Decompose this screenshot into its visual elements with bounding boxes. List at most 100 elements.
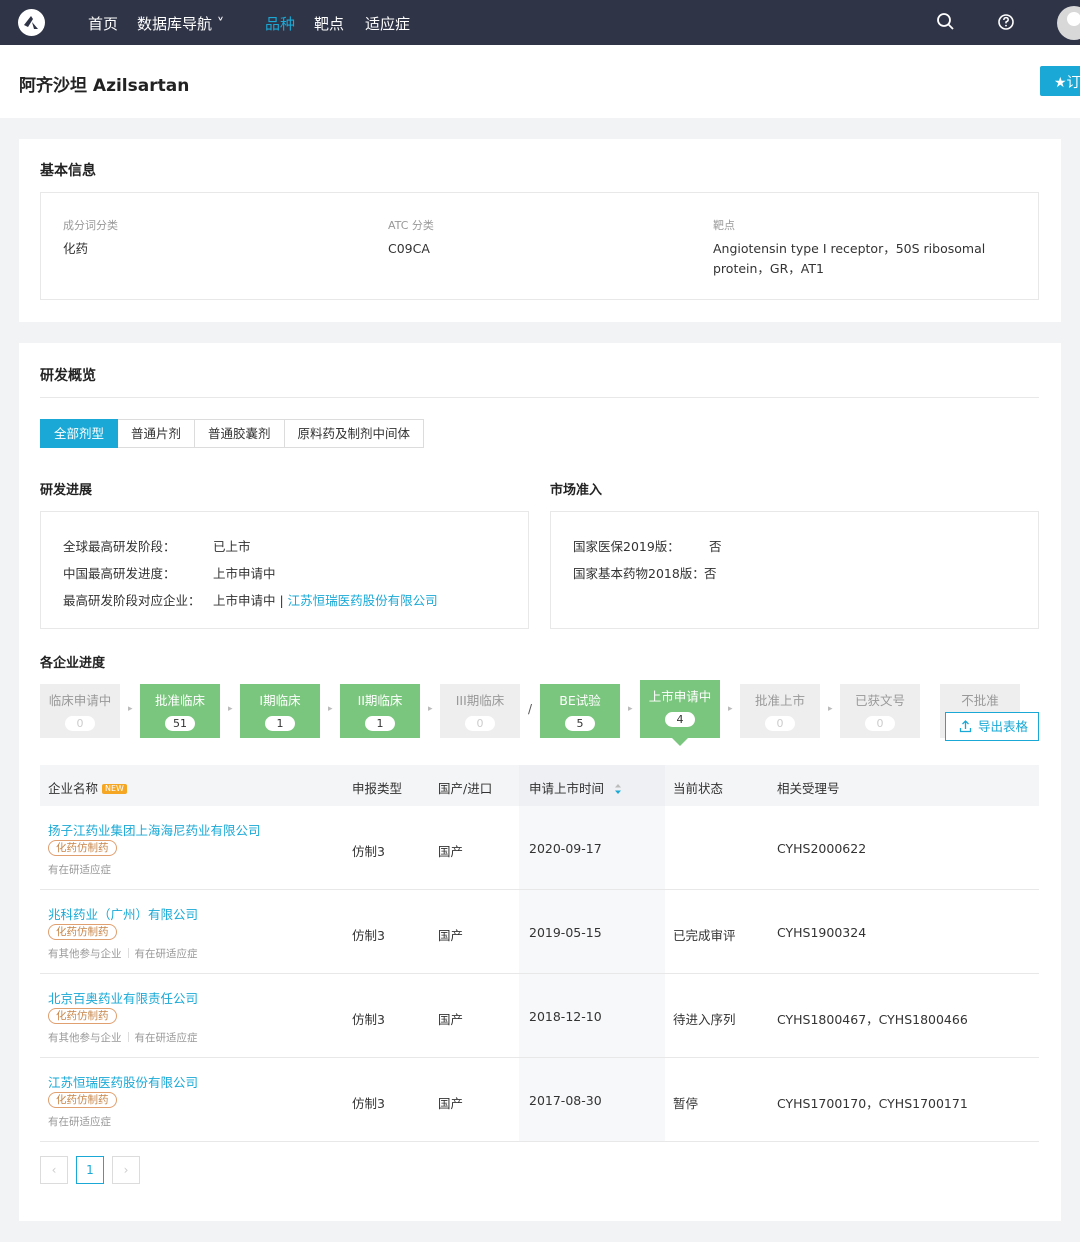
progress-row-company: 最高研发阶段对应企业： 上市申请中 | 江苏恒瑞医药股份有限公司 bbox=[63, 593, 438, 608]
pager-next-button[interactable]: › bbox=[112, 1156, 140, 1184]
market-title: 市场准入 bbox=[550, 483, 603, 498]
progress-box: 全球最高研发阶段： 已上市 中国最高研发进度： 上市申请中 最高研发阶段对应企业：上… bbox=[40, 511, 529, 629]
company-table: 企业名称 NEW 申报类型 国产/进口 申请上市时间 当前状态 相关受理号 扬子江… bbox=[40, 765, 1039, 1143]
row-subinfo: 有在研适应症 bbox=[48, 1116, 111, 1128]
chevron-right-icon: ▸ bbox=[228, 704, 233, 714]
new-badge: NEW bbox=[102, 784, 127, 794]
stage-approved[interactable]: 批准上市 0 bbox=[740, 684, 820, 738]
cell-date: 2018-12-10 bbox=[529, 1009, 602, 1024]
cell-number[interactable]: CYHS1900324 bbox=[777, 925, 866, 940]
th-company: 企业名称 NEW bbox=[48, 778, 127, 797]
stage-be-trial[interactable]: BE试验 5 bbox=[540, 684, 620, 738]
th-type: 申报类型 bbox=[352, 781, 403, 796]
basic-info-box: 成分词分类 化药 ATC 分类 C09CA 靶点 Angiotensin typ… bbox=[40, 192, 1039, 300]
chevron-right-icon: ▸ bbox=[828, 704, 833, 714]
progress-row-global: 全球最高研发阶段： 已上市 bbox=[63, 539, 251, 554]
nav-drug[interactable]: 品种 bbox=[265, 13, 295, 34]
drug-type-tag: 化药仿制药 bbox=[48, 924, 117, 940]
row-subinfo: 有其他参与企业 有在研适应症 bbox=[48, 1032, 198, 1044]
pipeline-separator: / bbox=[528, 702, 533, 716]
tab-capsules[interactable]: 普通胶囊剂 bbox=[195, 419, 285, 448]
company-name-link[interactable]: 兆科药业（广州）有限公司 bbox=[48, 904, 198, 923]
market-row-essential: 国家基本药物2018版：否 bbox=[573, 566, 717, 581]
cell-status: 暂停 bbox=[673, 1096, 699, 1111]
chevron-right-icon: ▸ bbox=[428, 704, 433, 714]
stage-phase-2[interactable]: II期临床 1 bbox=[340, 684, 420, 738]
table-row: 北京百奥药业有限责任公司 化药仿制药 有其他参与企业 有在研适应症 仿制3 国产 … bbox=[40, 974, 1039, 1058]
field-value-target: Angiotensin type I receptor，50S ribosoma… bbox=[713, 241, 986, 276]
tab-api-intermediates[interactable]: 原料药及制剂中间体 bbox=[284, 419, 425, 448]
progress-title: 研发进展 bbox=[40, 483, 93, 498]
row-subinfo: 有在研适应症 bbox=[48, 864, 111, 876]
basic-info-title: 基本信息 bbox=[40, 163, 96, 179]
field-label-category: 成分词分类 bbox=[63, 219, 118, 232]
cell-type: 仿制3 bbox=[352, 1012, 385, 1027]
avatar[interactable] bbox=[1057, 6, 1080, 40]
table-row: 兆科药业（广州）有限公司 化药仿制药 有其他参与企业 有在研适应症 仿制3 国产 … bbox=[40, 890, 1039, 974]
row-subinfo: 有其他参与企业 有在研适应症 bbox=[48, 948, 198, 960]
nav-indication[interactable]: 适应症 bbox=[365, 13, 410, 34]
pipeline-title: 各企业进度 bbox=[40, 656, 106, 671]
stage-phase-3[interactable]: III期临床 0 bbox=[440, 684, 520, 738]
drug-type-tag: 化药仿制药 bbox=[48, 1092, 117, 1108]
stage-clinical-approved[interactable]: 批准临床 51 bbox=[140, 684, 220, 738]
company-name-link[interactable]: 扬子江药业集团上海海尼药业有限公司 bbox=[48, 820, 261, 839]
cell-origin: 国产 bbox=[438, 1012, 464, 1027]
chevron-right-icon: ▸ bbox=[128, 704, 133, 714]
drug-type-tag: 化药仿制药 bbox=[48, 840, 117, 856]
stage-nda-pending[interactable]: 上市申请中 4 bbox=[640, 680, 720, 746]
company-name-link[interactable]: 江苏恒瑞医药股份有限公司 bbox=[48, 1072, 198, 1091]
top-navbar: 首页 数据库导航 ˅ 品种 靶点 适应症 bbox=[0, 0, 1080, 45]
search-icon[interactable] bbox=[936, 12, 956, 32]
cell-number[interactable]: CYHS2000622 bbox=[777, 841, 866, 856]
chevron-right-icon: ▸ bbox=[628, 704, 633, 714]
field-label-atc: ATC 分类 bbox=[388, 219, 434, 232]
stage-clinical-application[interactable]: 临床申请中 0 bbox=[40, 684, 120, 738]
cell-number[interactable]: CYHS1700170，CYHS1700171 bbox=[777, 1093, 968, 1112]
nav-target[interactable]: 靶点 bbox=[314, 13, 344, 34]
title-bar: 阿齐沙坦 Azilsartan ★订 bbox=[0, 45, 1080, 118]
upload-icon bbox=[959, 720, 972, 733]
logo-icon[interactable] bbox=[18, 9, 45, 36]
th-status: 当前状态 bbox=[673, 781, 724, 796]
progress-row-china: 中国最高研发进度： 上市申请中 bbox=[63, 566, 276, 581]
subscribe-button[interactable]: ★订 bbox=[1040, 66, 1080, 96]
cell-status: 已完成审评 bbox=[673, 928, 736, 943]
cell-date: 2019-05-15 bbox=[529, 925, 602, 940]
cell-date: 2017-08-30 bbox=[529, 1093, 602, 1108]
th-origin: 国产/进口 bbox=[438, 781, 493, 796]
cell-origin: 国产 bbox=[438, 928, 464, 943]
chevron-right-icon: ▸ bbox=[728, 704, 733, 714]
field-value-category: 化药 bbox=[63, 241, 89, 256]
pager-prev-button[interactable]: ‹ bbox=[40, 1156, 68, 1184]
drug-type-tag: 化药仿制药 bbox=[48, 1008, 117, 1024]
stage-phase-1[interactable]: I期临床 1 bbox=[240, 684, 320, 738]
th-number: 相关受理号 bbox=[777, 781, 840, 796]
table-header: 企业名称 NEW 申报类型 国产/进口 申请上市时间 当前状态 相关受理号 bbox=[40, 765, 1039, 806]
field-value-atc: C09CA bbox=[388, 241, 430, 256]
nav-database[interactable]: 数据库导航 ˅ bbox=[137, 13, 224, 34]
stage-license-obtained[interactable]: 已获文号 0 bbox=[840, 684, 920, 738]
divider bbox=[40, 397, 1039, 398]
pager-page-1[interactable]: 1 bbox=[76, 1156, 104, 1184]
chevron-right-icon: ▸ bbox=[328, 704, 333, 714]
market-row-insurance: 国家医保2019版：否 bbox=[573, 539, 722, 554]
export-table-button[interactable]: 导出表格 bbox=[945, 712, 1039, 741]
company-name-link[interactable]: 北京百奥药业有限责任公司 bbox=[48, 988, 198, 1007]
tab-all-forms[interactable]: 全部剂型 bbox=[40, 419, 119, 448]
cell-origin: 国产 bbox=[438, 1096, 464, 1111]
rd-overview-title: 研发概览 bbox=[40, 368, 96, 384]
pipeline: 临床申请中 0 ▸ 批准临床 51 ▸ I期临床 1 ▸ II期临床 1 ▸ III期临… bbox=[40, 680, 1039, 748]
help-icon[interactable] bbox=[997, 12, 1017, 32]
page-title: 阿齐沙坦 Azilsartan bbox=[19, 76, 190, 96]
cell-origin: 国产 bbox=[438, 844, 464, 859]
cell-number[interactable]: CYHS1800467，CYHS1800466 bbox=[777, 1009, 968, 1028]
company-link[interactable]: 江苏恒瑞医药股份有限公司 bbox=[288, 593, 438, 608]
nav-home[interactable]: 首页 bbox=[88, 13, 118, 34]
tab-tablets[interactable]: 普通片剂 bbox=[118, 419, 196, 448]
th-date[interactable]: 申请上市时间 bbox=[529, 778, 622, 797]
dosage-tabs: 全部剂型 普通片剂 普通胶囊剂 原料药及制剂中间体 bbox=[40, 419, 425, 448]
sort-icon bbox=[615, 784, 621, 794]
table-row: 江苏恒瑞医药股份有限公司 化药仿制药 有在研适应症 仿制3 国产 2017-08… bbox=[40, 1058, 1039, 1142]
table-row: 扬子江药业集团上海海尼药业有限公司 化药仿制药 有在研适应症 仿制3 国产 20… bbox=[40, 806, 1039, 890]
